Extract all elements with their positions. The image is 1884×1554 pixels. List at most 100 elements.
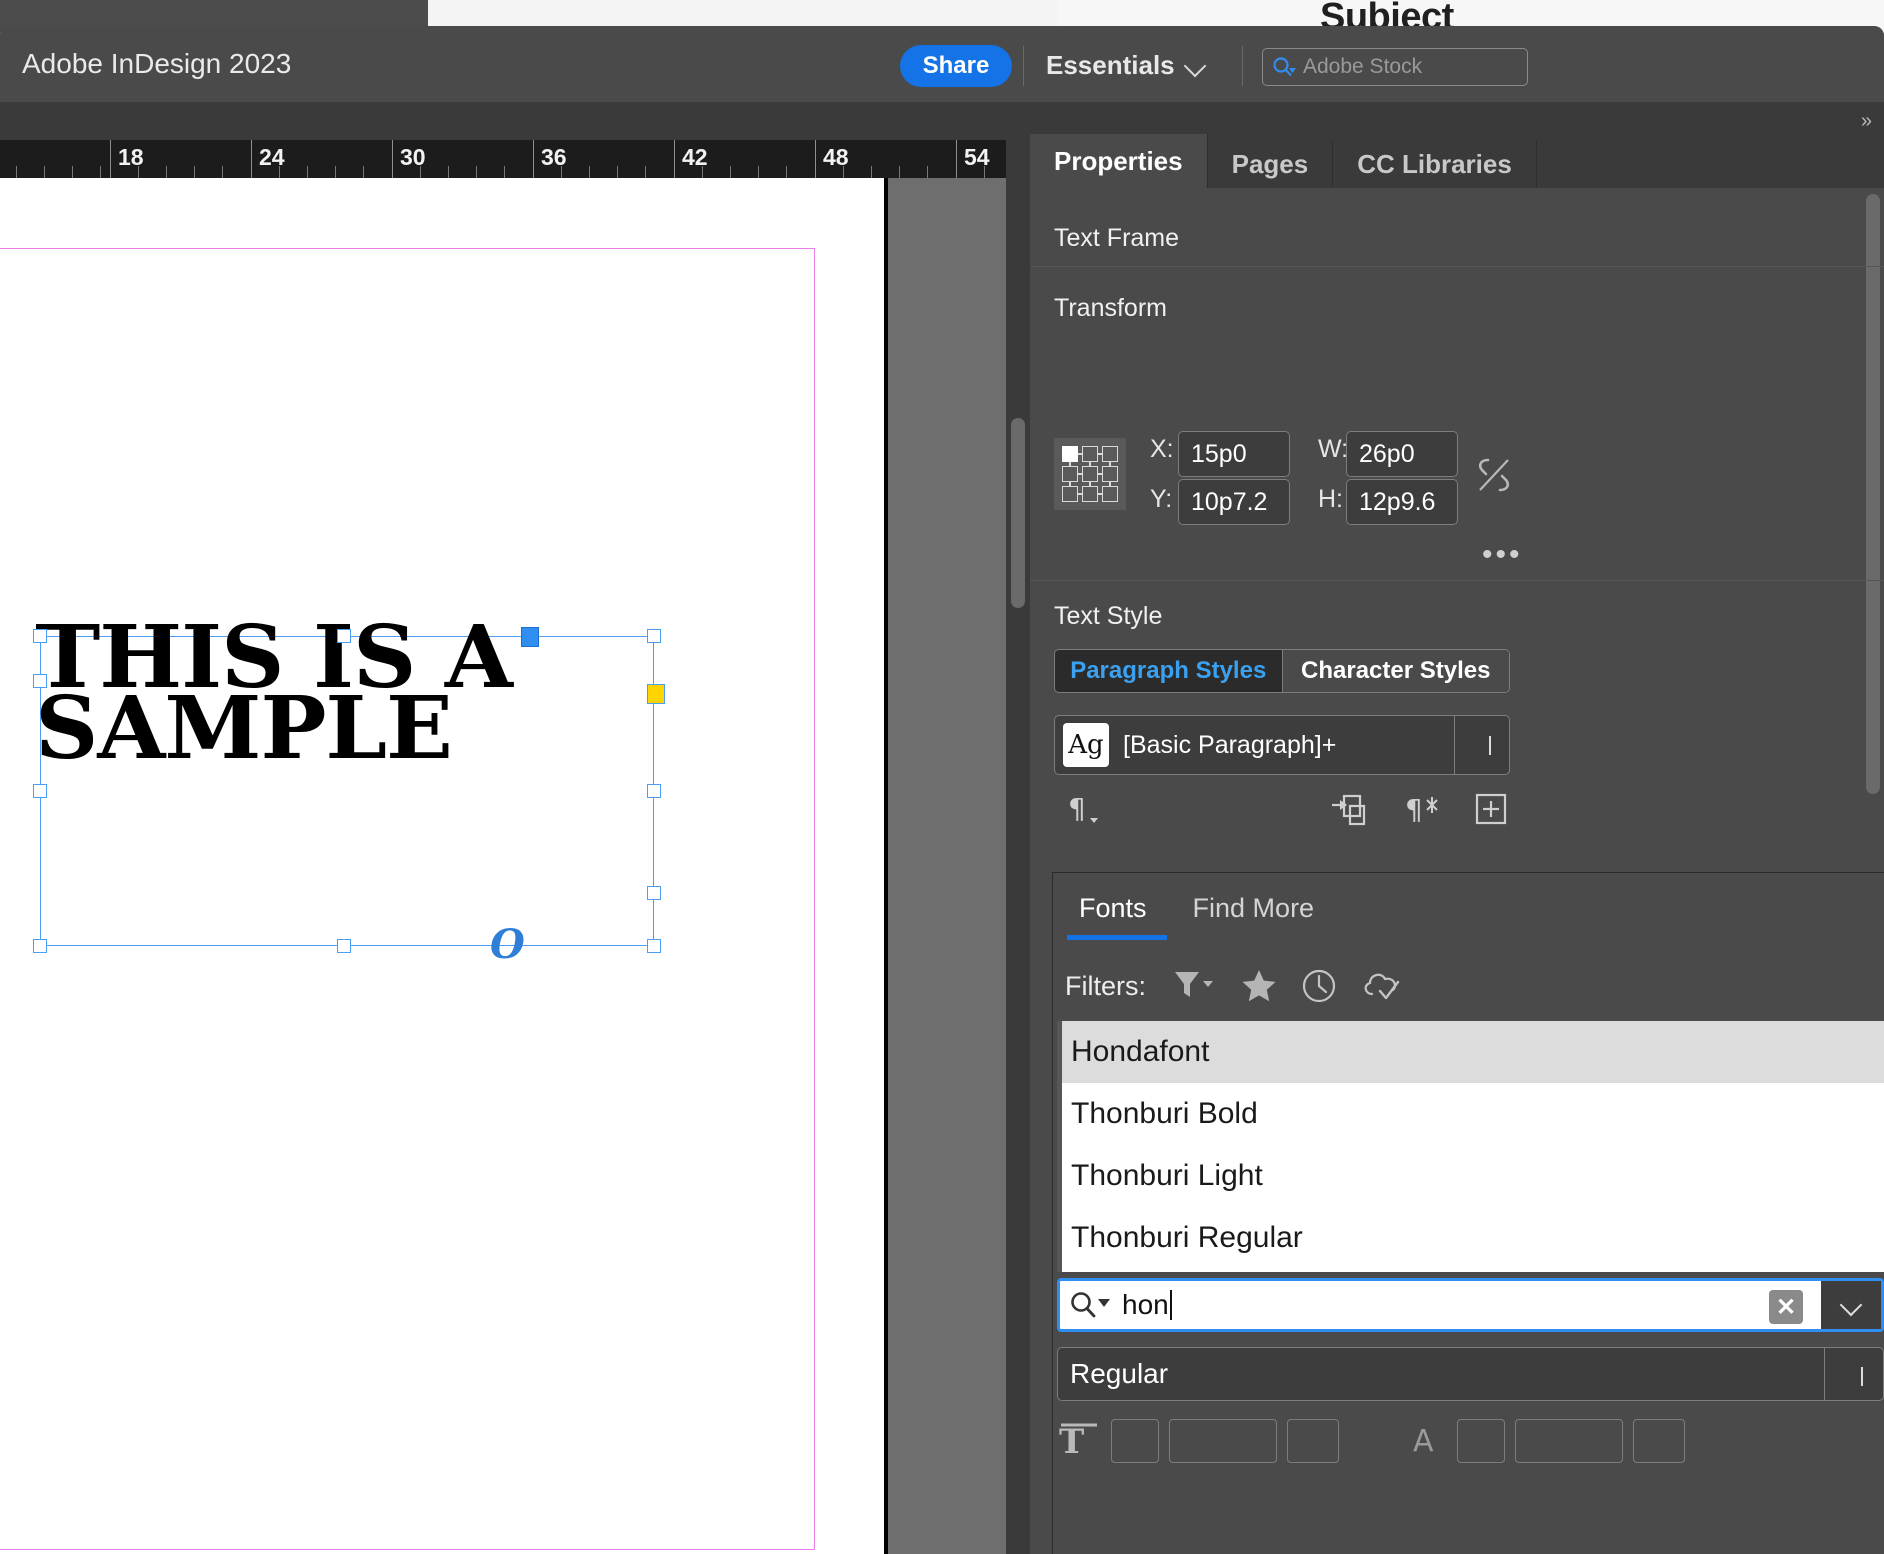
search-icon xyxy=(1271,55,1299,79)
leading-icon: A xyxy=(1407,1419,1447,1464)
app-header: Adobe InDesign 2023 Share Essentials Ado… xyxy=(0,26,1884,102)
inport-handle[interactable] xyxy=(33,674,47,688)
leading-stepper[interactable] xyxy=(1457,1419,1505,1463)
ref-point-center[interactable] xyxy=(1082,466,1098,482)
adobe-stock-placeholder: Adobe Stock xyxy=(1303,55,1423,78)
paragraph-style-dropdown[interactable]: Ag [Basic Paragraph]+ xyxy=(1054,715,1510,775)
ruler-label: 54 xyxy=(964,144,990,170)
font-list-item-thonburi-light[interactable]: Thonburi Light xyxy=(1057,1145,1884,1207)
font-size-stepper[interactable] xyxy=(1111,1419,1159,1463)
ref-point-bottom-left[interactable] xyxy=(1062,486,1078,502)
chevron-down-icon[interactable] xyxy=(1861,1367,1863,1386)
adobe-stock-search-input[interactable]: Adobe Stock xyxy=(1262,48,1528,86)
h-input[interactable]: 12p9.6 xyxy=(1346,479,1458,525)
font-size-icon: T xyxy=(1057,1419,1101,1464)
resize-handle-bottom-right[interactable] xyxy=(647,939,661,953)
clear-x-icon[interactable]: ✕ xyxy=(1769,1290,1803,1324)
ref-point-bottom-right[interactable] xyxy=(1102,486,1118,502)
pasteboard[interactable]: THIS IS A SAMPLE O xyxy=(0,178,1006,1554)
resize-handle-bottom-left[interactable] xyxy=(33,939,47,953)
text-frame-selection[interactable]: THIS IS A SAMPLE xyxy=(33,615,665,953)
outport-handle[interactable] xyxy=(647,886,661,900)
cloud-activated-icon[interactable] xyxy=(1360,967,1406,1005)
font-search-input[interactable]: hon ✕ xyxy=(1057,1278,1884,1332)
font-list-item-thonburi-regular[interactable]: Thonburi Regular xyxy=(1057,1207,1884,1269)
star-favorites-icon[interactable] xyxy=(1240,967,1278,1005)
clear-overrides-icon[interactable]: ¶ xyxy=(1405,792,1443,835)
page-canvas[interactable]: THIS IS A SAMPLE O xyxy=(0,178,884,1554)
horizontal-ruler[interactable]: 18 24 30 36 42 48 54 xyxy=(0,140,1006,178)
resize-handle-middle-right[interactable] xyxy=(647,784,661,798)
font-size-dropdown[interactable] xyxy=(1287,1419,1339,1463)
ruler-label: 42 xyxy=(682,144,708,170)
tab-fonts[interactable]: Fonts xyxy=(1065,887,1161,936)
transform-section-title: Transform xyxy=(1054,294,1167,322)
w-input[interactable]: 26p0 xyxy=(1346,431,1458,477)
leading-dropdown[interactable] xyxy=(1633,1419,1685,1463)
workspace-label: Essentials xyxy=(1046,50,1175,80)
chain-broken-icon[interactable] xyxy=(1472,452,1516,498)
clock-recent-icon[interactable] xyxy=(1300,967,1338,1005)
ruler-tick xyxy=(110,140,111,178)
tab-pages[interactable]: Pages xyxy=(1207,140,1334,188)
divider xyxy=(1030,266,1884,267)
font-list-item-hondafont[interactable]: Hondafont xyxy=(1057,1021,1884,1083)
resize-handle-top-right[interactable] xyxy=(647,629,661,643)
font-style-select[interactable]: Regular xyxy=(1057,1347,1884,1401)
font-filters-row: Filters: xyxy=(1065,967,1406,1005)
reference-point-proxy[interactable] xyxy=(1054,438,1126,510)
filters-label: Filters: xyxy=(1065,970,1146,1001)
x-input[interactable]: 15p0 xyxy=(1178,431,1290,477)
font-size-input[interactable] xyxy=(1169,1419,1277,1463)
ref-point-bottom-center[interactable] xyxy=(1082,486,1098,502)
new-style-icon[interactable] xyxy=(1474,792,1508,831)
tab-find-more[interactable]: Find More xyxy=(1179,887,1329,936)
funnel-filter-icon[interactable] xyxy=(1172,967,1218,1005)
ref-point-middle-right[interactable] xyxy=(1102,466,1118,482)
text-frame-content: THIS IS A SAMPLE xyxy=(35,615,688,773)
transform-more-options-button[interactable]: ••• xyxy=(1482,538,1523,572)
document-vertical-scrollbar[interactable] xyxy=(1006,178,1030,1554)
app-title: Adobe InDesign 2023 xyxy=(22,48,292,79)
character-styles-tab[interactable]: Character Styles xyxy=(1281,650,1509,692)
load-styles-icon[interactable] xyxy=(1330,792,1368,835)
ref-point-top-center[interactable] xyxy=(1082,446,1098,462)
font-list[interactable]: Hondafont Thonburi Bold Thonburi Light T… xyxy=(1057,1021,1884,1272)
ruler-tick xyxy=(956,140,957,178)
h-field-label: H: xyxy=(1318,485,1343,513)
ruler-label: 36 xyxy=(541,144,567,170)
y-input[interactable]: 10p7.2 xyxy=(1178,479,1290,525)
tab-properties[interactable]: Properties xyxy=(1030,134,1208,188)
ref-point-top-right[interactable] xyxy=(1102,446,1118,462)
properties-scroll-thumb[interactable] xyxy=(1866,194,1880,794)
ref-point-top-left[interactable] xyxy=(1062,446,1078,462)
font-search-dropdown-button[interactable] xyxy=(1821,1281,1881,1329)
resize-handle-middle-left[interactable] xyxy=(33,784,47,798)
resize-handle-top-center[interactable] xyxy=(337,629,351,643)
ruler-tick xyxy=(533,140,534,178)
fonts-popover: Fonts Find More Filters: Hondafont Thonb… xyxy=(1053,873,1884,1554)
tab-cc-libraries[interactable]: CC Libraries xyxy=(1333,140,1537,188)
ref-point-middle-left[interactable] xyxy=(1062,466,1078,482)
share-button[interactable]: Share xyxy=(900,45,1012,87)
double-chevron-right-icon[interactable]: » xyxy=(1861,110,1872,133)
indesign-app-window: Adobe InDesign 2023 Share Essentials Ado… xyxy=(0,26,1884,1554)
leading-input[interactable] xyxy=(1515,1419,1623,1463)
chevron-down-icon[interactable] xyxy=(1489,736,1491,755)
text-outport-marker[interactable] xyxy=(647,684,665,704)
paragraph-styles-tab[interactable]: Paragraph Styles xyxy=(1055,650,1282,692)
page-shadow: THIS IS A SAMPLE O xyxy=(0,178,888,1554)
document-scroll-thumb[interactable] xyxy=(1011,418,1025,608)
font-style-value: Regular xyxy=(1070,1358,1169,1389)
font-list-item-thonburi-bold[interactable]: Thonburi Bold xyxy=(1057,1083,1884,1145)
resize-handle-bottom-center[interactable] xyxy=(337,939,351,953)
active-tab-underline xyxy=(1067,935,1167,940)
workspace-switcher[interactable]: Essentials xyxy=(1046,50,1206,81)
header-divider-2 xyxy=(1242,46,1243,86)
text-inport-marker[interactable] xyxy=(521,627,539,647)
paragraph-style-name: [Basic Paragraph]+ xyxy=(1123,730,1337,759)
resize-handle-top-left[interactable] xyxy=(33,629,47,643)
pilcrow-options-icon[interactable]: ¶ xyxy=(1068,792,1102,835)
font-size-row: T A xyxy=(1057,1418,1884,1464)
x-field-label: X: xyxy=(1150,435,1174,463)
